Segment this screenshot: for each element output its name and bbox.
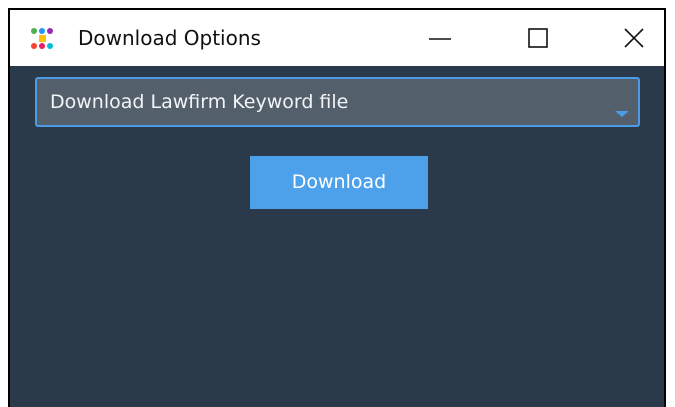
chevron-down-icon[interactable]: [615, 111, 629, 117]
app-icon: [31, 28, 53, 49]
close-button[interactable]: [606, 10, 662, 66]
window-title: Download Options: [78, 26, 261, 50]
title-bar[interactable]: Download Options: [10, 10, 664, 66]
dropdown-selected-value: Download Lawfirm Keyword file: [50, 91, 349, 113]
maximize-button[interactable]: [510, 10, 566, 66]
download-options-window: Download Options Download Lawfirm Keywor…: [8, 8, 666, 407]
minimize-button[interactable]: [412, 10, 468, 66]
dialog-content: Download Lawfirm Keyword file Download: [10, 66, 664, 407]
download-type-dropdown[interactable]: Download Lawfirm Keyword file: [35, 77, 640, 127]
close-icon: [624, 28, 644, 48]
maximize-icon: [528, 28, 548, 48]
minimize-icon: [429, 38, 451, 40]
download-button[interactable]: Download: [250, 156, 428, 209]
